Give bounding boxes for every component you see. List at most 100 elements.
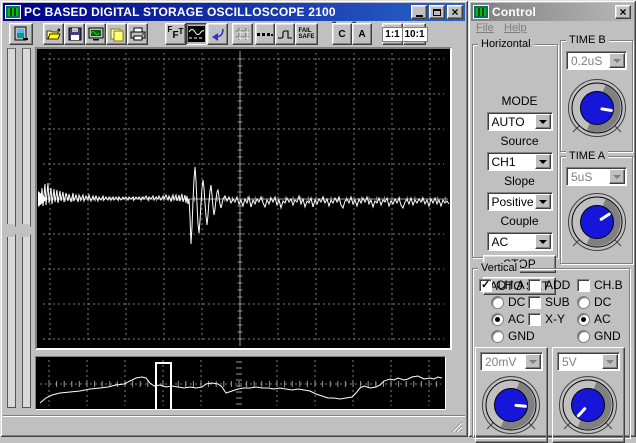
ratio-1-1-label: 1:1 [382,27,402,42]
mode-dropdown-arrow[interactable] [535,114,551,129]
ch-a-checkbox[interactable] [479,279,492,292]
slope-dropdown-arrow[interactable] [535,194,551,209]
ch-a-gnd-label: GND [508,329,535,343]
menu-file[interactable]: File [476,22,494,34]
open-button[interactable] [43,23,64,45]
ch-a-position-slider-thumb[interactable] [6,224,19,237]
time-a-select[interactable]: 5uS [566,167,627,186]
printer-icon [130,27,146,41]
ch-b-dc-radio[interactable] [577,296,590,309]
mode-select[interactable]: AUTO [487,112,553,131]
control-close-icon: × [619,7,626,17]
temp-c-button[interactable]: ˜C [332,23,352,45]
chevron-down-icon [539,200,547,204]
maximize-button[interactable] [429,5,445,19]
grid-toggle-button[interactable] [232,23,253,45]
maximize-icon [433,9,441,16]
close-button[interactable]: × [447,5,463,19]
save-button[interactable] [64,23,85,45]
ch-b-gnd-label: GND [594,329,621,343]
time-b-dropdown-arrow [609,53,625,68]
ch-a-range-value: 20mV [481,355,525,369]
copy-button[interactable] [106,23,127,45]
source-dropdown-arrow[interactable] [535,154,551,169]
fft-button[interactable]: FFT [165,23,186,45]
print-button[interactable] [127,23,148,45]
ch-b-range-panel: 5V [552,347,625,443]
horizontal-group-label: Horizontal [478,38,534,50]
control-window: Control × File Help Horizontal MODE AUTO… [468,0,636,437]
ch-a-ac-label: AC [508,312,525,326]
chevron-down-icon [539,160,547,164]
sub-checkbox[interactable] [528,296,541,309]
add-label: ADD [545,278,570,292]
ch-a-range-dropdown-arrow [525,354,541,369]
ch-a-dc-label: DC [508,295,525,309]
ch-b-checkbox[interactable] [577,279,590,292]
control-icon [473,5,489,19]
open-folder-icon [46,27,62,41]
xy-label: X-Y [545,312,565,326]
source-value: CH1 [488,155,535,169]
ratio-10-1-button[interactable]: 10:1 [403,23,426,45]
ratio-10-1-label: 10:1 [402,27,428,42]
ch-b-dc-label: DC [594,295,611,309]
undo-arrow-button[interactable] [207,23,228,45]
ratio-1-1-button[interactable]: 1:1 [382,23,403,45]
ch-b-gnd-radio[interactable] [577,330,590,343]
fft-icon: FFT [168,30,184,38]
control-close-button[interactable]: × [615,5,631,19]
vertical-group: Vertical CH.A ADD CH.B DC SUB DC AC X-Y … [472,268,630,438]
save-floppy-icon [68,27,82,41]
slope-select[interactable]: Positive [487,192,553,211]
dotted-line-button[interactable] [255,23,275,45]
ch-b-ac-radio[interactable] [577,313,590,326]
ch-a-gnd-radio[interactable] [491,330,504,343]
resize-grip[interactable] [450,420,463,433]
time-b-label: TIME B [566,34,609,46]
ch-a-dc-radio[interactable] [491,296,504,309]
couple-dropdown-arrow[interactable] [535,234,551,249]
time-b-knob[interactable] [564,75,630,144]
status-bar [3,415,465,435]
ch-b-range-select[interactable]: 5V [557,352,620,371]
ch-a-gain-knob[interactable] [478,372,544,441]
step-waveform-button[interactable] [275,23,295,45]
ch-b-gain-knob[interactable] [555,372,621,441]
time-a-dropdown-arrow [609,169,625,184]
chevron-down-icon [613,59,621,63]
waveform-mode-button[interactable] [186,23,207,45]
overview-display[interactable] [35,356,446,410]
temp-a-button[interactable]: ˜A [352,23,372,45]
failsafe-icon: FAILSAFE [298,28,314,40]
time-a-value: 5uS [567,170,609,184]
ch-b-position-slider-thumb[interactable] [21,224,34,237]
couple-value: AC [488,235,535,249]
couple-select[interactable]: AC [487,232,553,251]
time-b-select[interactable]: 0.2uS [566,51,627,70]
menu-help[interactable]: Help [504,22,527,34]
minimize-button[interactable] [411,5,427,19]
degree-a-icon: ˜A [358,29,365,40]
time-a-knob[interactable] [564,189,630,258]
ch-a-range-select[interactable]: 20mV [480,352,543,371]
main-scope-display [35,47,452,350]
window-title: PC BASED DIGITAL STORAGE OSCILLOSCOPE 21… [24,5,409,19]
chevron-down-icon [613,175,621,179]
time-a-group: TIME A 5uS [560,156,633,264]
control-titlebar: Control × [471,3,633,21]
add-checkbox[interactable] [528,279,541,292]
time-a-label: TIME A [566,150,608,162]
time-b-value: 0.2uS [567,54,609,68]
display-capture-button[interactable] [85,23,106,45]
chevron-down-icon [539,240,547,244]
xy-checkbox[interactable] [528,313,541,326]
source-select[interactable]: CH1 [487,152,553,171]
desktop: { "window": { "title": "PC BASED DIGITAL… [0,0,636,437]
exit-button[interactable] [9,23,33,45]
ch-a-ac-radio[interactable] [491,313,504,326]
notes-icon [109,27,124,42]
failsafe-button[interactable]: FAILSAFE [295,23,318,45]
chevron-down-icon [606,360,614,364]
minimize-icon [416,15,423,17]
